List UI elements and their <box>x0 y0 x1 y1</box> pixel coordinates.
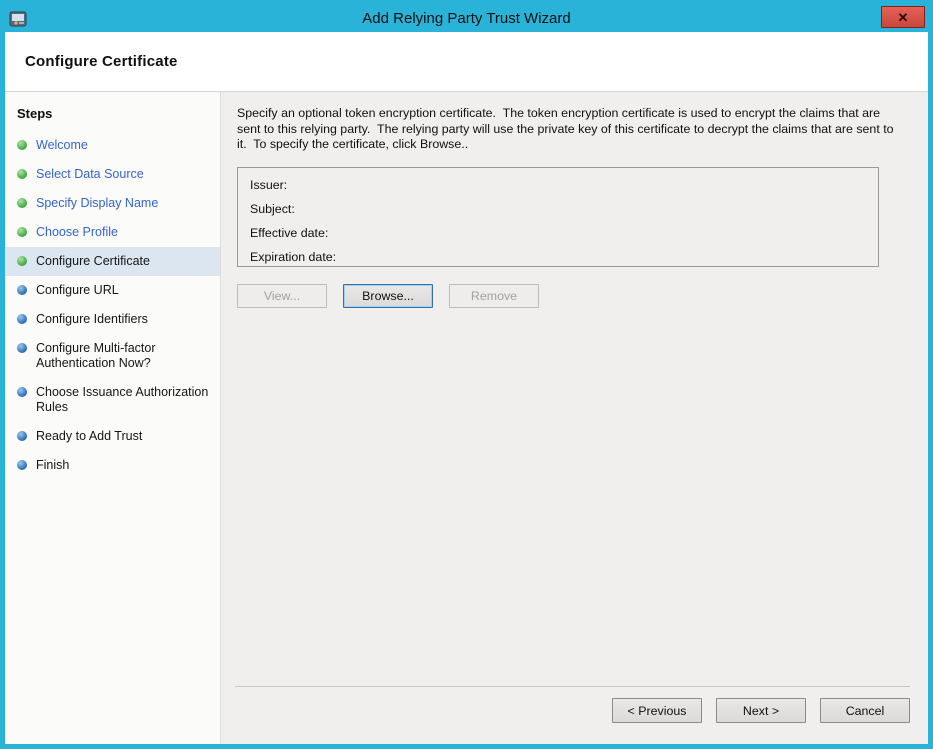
page-title: Configure Certificate <box>25 53 178 70</box>
certificate-subject-row: Subject: <box>250 197 866 221</box>
certificate-effective-date-row: Effective date: <box>250 221 866 245</box>
step-choose-issuance-rules: Choose Issuance Authorization Rules <box>5 378 220 422</box>
step-pending-icon <box>17 285 27 295</box>
step-select-data-source[interactable]: Select Data Source <box>5 160 220 189</box>
effective-date-label: Effective date: <box>250 226 328 240</box>
step-done-icon <box>17 169 27 179</box>
step-choose-profile[interactable]: Choose Profile <box>5 218 220 247</box>
description-text: Specify an optional token encryption cer… <box>237 106 897 153</box>
page-header: Configure Certificate <box>5 32 928 92</box>
step-configure-url: Configure URL <box>5 276 220 305</box>
step-finish: Finish <box>5 451 220 480</box>
step-label: Welcome <box>36 138 88 153</box>
close-icon: ✕ <box>898 11 909 24</box>
step-pending-icon <box>17 431 27 441</box>
wizard-footer: < Previous Next > Cancel <box>235 686 910 744</box>
content-pane: Specify an optional token encryption cer… <box>221 92 928 744</box>
step-label: Configure Identifiers <box>36 312 148 327</box>
step-label: Configure URL <box>36 283 119 298</box>
step-done-icon <box>17 140 27 150</box>
step-label: Finish <box>36 458 69 473</box>
step-pending-icon <box>17 387 27 397</box>
wizard-body: Steps Welcome Select Data Source Specify… <box>5 92 928 744</box>
step-pending-icon <box>17 343 27 353</box>
window-title: Add Relying Party Trust Wizard <box>5 10 928 27</box>
app-icon <box>8 9 28 29</box>
previous-button[interactable]: < Previous <box>612 698 702 723</box>
expiration-date-label: Expiration date: <box>250 250 336 264</box>
steps-sidebar: Steps Welcome Select Data Source Specify… <box>5 92 221 744</box>
step-configure-mfa: Configure Multi-factor Authentication No… <box>5 334 220 378</box>
step-label: Configure Certificate <box>36 254 150 269</box>
step-done-icon <box>17 198 27 208</box>
cancel-button[interactable]: Cancel <box>820 698 910 723</box>
titlebar: Add Relying Party Trust Wizard ✕ <box>5 5 928 32</box>
step-specify-display-name[interactable]: Specify Display Name <box>5 189 220 218</box>
step-ready-to-add-trust: Ready to Add Trust <box>5 422 220 451</box>
view-button: View... <box>237 284 327 308</box>
step-welcome[interactable]: Welcome <box>5 131 220 160</box>
certificate-actions: View... Browse... Remove <box>237 284 910 308</box>
step-label: Select Data Source <box>36 167 144 182</box>
step-done-icon <box>17 227 27 237</box>
step-label: Ready to Add Trust <box>36 429 142 444</box>
step-label: Specify Display Name <box>36 196 158 211</box>
subject-label: Subject: <box>250 202 295 216</box>
certificate-details-box: Issuer: Subject: Effective date: Expirat… <box>237 167 879 267</box>
certificate-expiration-date-row: Expiration date: <box>250 245 866 269</box>
certificate-issuer-row: Issuer: <box>250 173 866 197</box>
wizard-window: Add Relying Party Trust Wizard ✕ Configu… <box>0 0 933 749</box>
next-button[interactable]: Next > <box>716 698 806 723</box>
issuer-label: Issuer: <box>250 178 287 192</box>
step-label: Configure Multi-factor Authentication No… <box>36 341 212 371</box>
step-label: Choose Issuance Authorization Rules <box>36 385 212 415</box>
close-button[interactable]: ✕ <box>881 6 925 28</box>
step-label: Choose Profile <box>36 225 118 240</box>
step-pending-icon <box>17 460 27 470</box>
step-configure-certificate: Configure Certificate <box>5 247 220 276</box>
step-configure-identifiers: Configure Identifiers <box>5 305 220 334</box>
remove-button: Remove <box>449 284 539 308</box>
steps-header: Steps <box>5 96 220 131</box>
step-pending-icon <box>17 314 27 324</box>
step-current-icon <box>17 256 27 266</box>
browse-button[interactable]: Browse... <box>343 284 433 308</box>
